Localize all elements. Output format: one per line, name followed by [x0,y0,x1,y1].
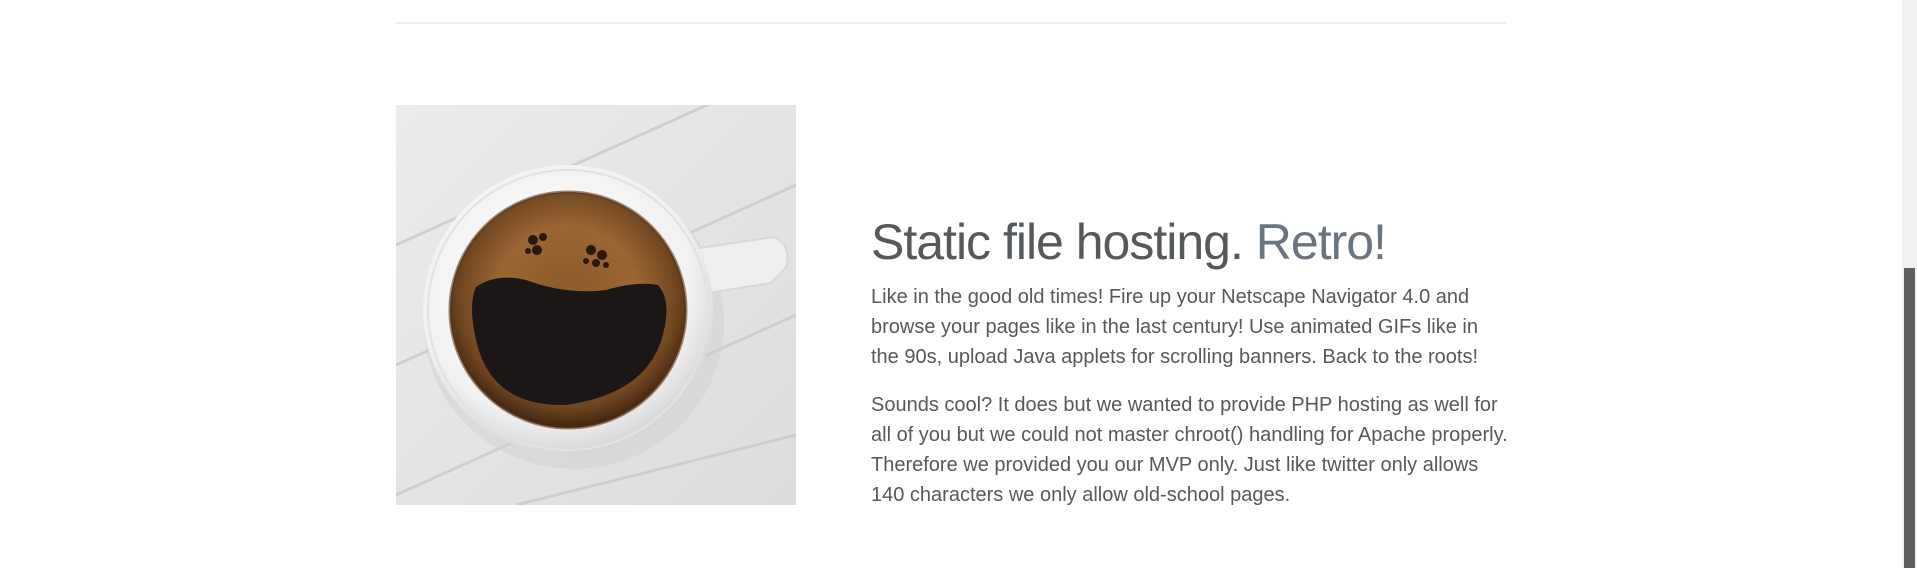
feature-paragraph-1: Like in the good old times! Fire up your… [871,286,1479,368]
page: Static file hosting. Retro! Like in the … [0,0,1917,568]
feature-heading-muted: Retro! [1255,214,1387,270]
feature-text: Static file hosting. Retro! Like in the … [871,212,1511,528]
section-divider [396,22,1506,24]
feature-paragraph-2: Sounds cool? It does but we wanted to pr… [871,394,1508,506]
coffee-cup-image [396,105,796,505]
feature-heading: Static file hosting. Retro! [871,212,1511,272]
vertical-scrollbar[interactable] [1902,0,1917,568]
feature-heading-main: Static file hosting. [871,214,1244,270]
scrollbar-thumb[interactable] [1904,268,1915,568]
